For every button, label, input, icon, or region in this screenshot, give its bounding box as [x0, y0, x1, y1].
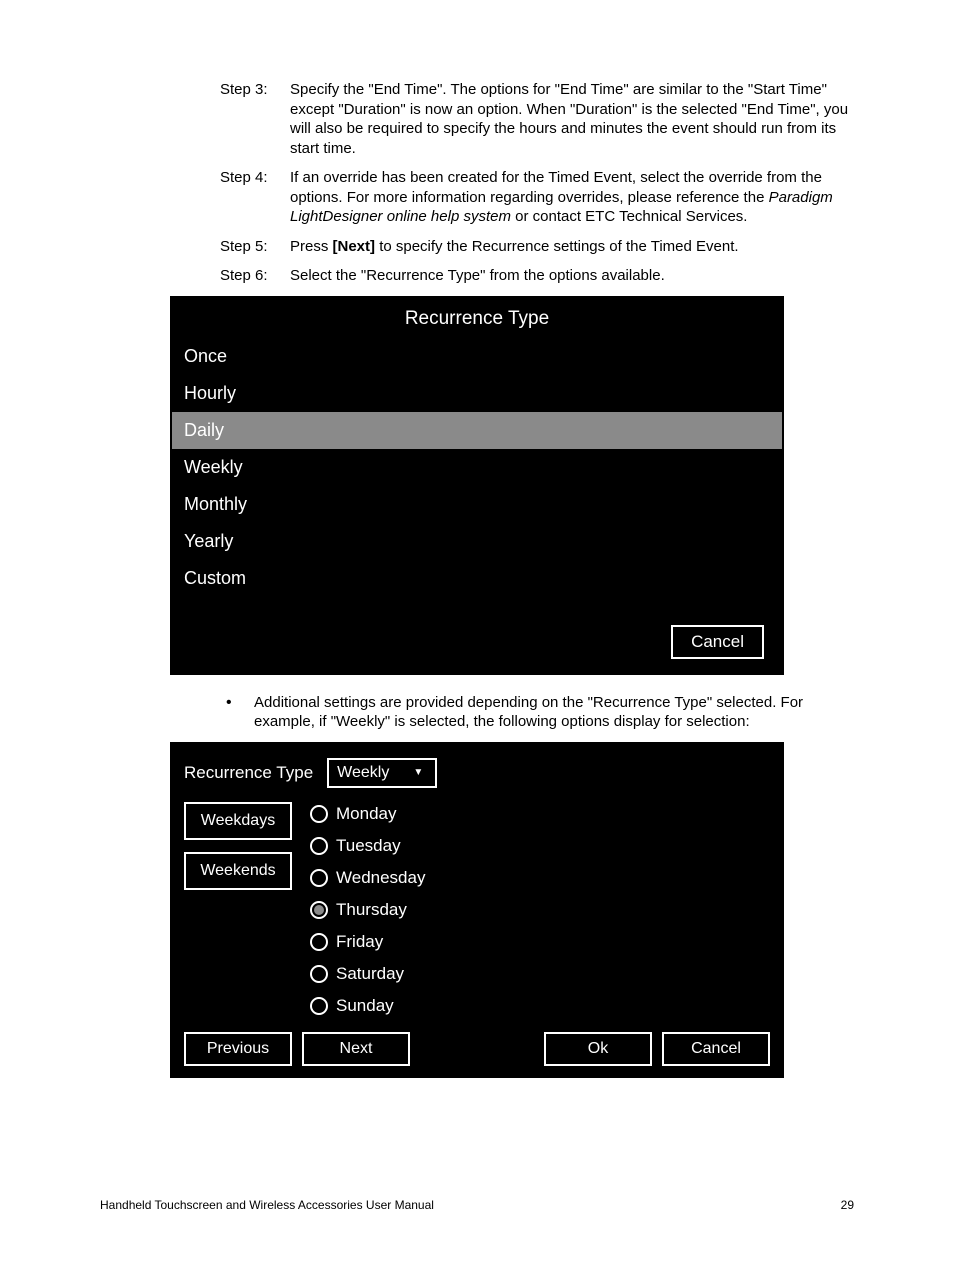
bullet-icon: • — [220, 693, 254, 732]
recurrence-type-list: OnceHourlyDailyWeeklyMonthlyYearlyCustom — [172, 338, 782, 597]
step-body: Select the "Recurrence Type" from the op… — [290, 266, 854, 286]
weekly-options-dialog: Recurrence Type Weekly ▼ Weekdays Weekend… — [170, 742, 784, 1078]
step-row: Step 6:Select the "Recurrence Type" from… — [220, 266, 854, 286]
day-option[interactable]: Friday — [310, 932, 425, 952]
ok-button[interactable]: Ok — [544, 1032, 652, 1066]
recurrence-type-dialog: Recurrence Type OnceHourlyDailyWeeklyMon… — [170, 296, 784, 675]
day-option[interactable]: Tuesday — [310, 836, 425, 856]
weekdays-button[interactable]: Weekdays — [184, 802, 292, 840]
day-label: Sunday — [336, 996, 394, 1016]
recurrence-option[interactable]: Hourly — [172, 375, 782, 412]
day-label: Monday — [336, 804, 396, 824]
day-label: Tuesday — [336, 836, 401, 856]
recurrence-type-label: Recurrence Type — [184, 763, 313, 783]
day-option[interactable]: Monday — [310, 804, 425, 824]
radio-icon — [310, 837, 328, 855]
recurrence-option[interactable]: Yearly — [172, 523, 782, 560]
day-label: Wednesday — [336, 868, 425, 888]
previous-button[interactable]: Previous — [184, 1032, 292, 1066]
recurrence-option[interactable]: Custom — [172, 560, 782, 597]
day-label: Saturday — [336, 964, 404, 984]
step-row: Step 4:If an override has been created f… — [220, 168, 854, 227]
step-label: Step 5: — [220, 237, 290, 257]
step-label: Step 3: — [220, 80, 290, 158]
page-footer: Handheld Touchscreen and Wireless Access… — [100, 1198, 854, 1212]
recurrence-option[interactable]: Monthly — [172, 486, 782, 523]
steps-list: Step 3:Specify the "End Time". The optio… — [220, 80, 854, 286]
weekends-button[interactable]: Weekends — [184, 852, 292, 890]
recurrence-option[interactable]: Weekly — [172, 449, 782, 486]
day-option[interactable]: Wednesday — [310, 868, 425, 888]
day-option[interactable]: Sunday — [310, 996, 425, 1016]
radio-icon — [310, 901, 328, 919]
day-option[interactable]: Thursday — [310, 900, 425, 920]
day-label: Thursday — [336, 900, 407, 920]
day-label: Friday — [336, 932, 383, 952]
page-number: 29 — [841, 1198, 854, 1212]
step-row: Step 3:Specify the "End Time". The optio… — [220, 80, 854, 158]
radio-icon — [310, 997, 328, 1015]
recurrence-option[interactable]: Once — [172, 338, 782, 375]
step-body: If an override has been created for the … — [290, 168, 854, 227]
dropdown-value: Weekly — [337, 764, 389, 782]
cancel-button[interactable]: Cancel — [671, 625, 764, 659]
radio-icon — [310, 869, 328, 887]
radio-icon — [310, 805, 328, 823]
bullet-text: Additional settings are provided dependi… — [254, 693, 854, 732]
step-body: Press [Next] to specify the Recurrence s… — [290, 237, 854, 257]
step-row: Step 5:Press [Next] to specify the Recur… — [220, 237, 854, 257]
step-body: Specify the "End Time". The options for … — [290, 80, 854, 158]
radio-icon — [310, 933, 328, 951]
next-button[interactable]: Next — [302, 1032, 410, 1066]
footer-title: Handheld Touchscreen and Wireless Access… — [100, 1198, 434, 1212]
chevron-down-icon: ▼ — [413, 767, 423, 778]
recurrence-option[interactable]: Daily — [172, 412, 782, 449]
radio-icon — [310, 965, 328, 983]
step-label: Step 6: — [220, 266, 290, 286]
recurrence-type-dropdown[interactable]: Weekly ▼ — [327, 758, 437, 788]
dialog-title: Recurrence Type — [172, 298, 782, 338]
bullet-note: • Additional settings are provided depen… — [220, 693, 854, 732]
step-label: Step 4: — [220, 168, 290, 227]
cancel-button[interactable]: Cancel — [662, 1032, 770, 1066]
day-option[interactable]: Saturday — [310, 964, 425, 984]
